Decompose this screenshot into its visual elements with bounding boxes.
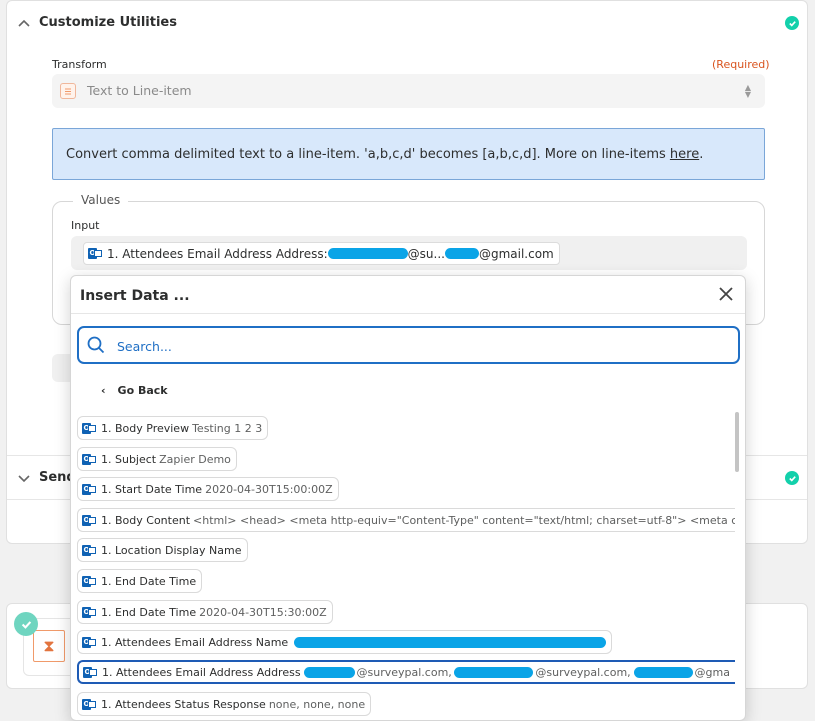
item-value: <html> <head> <meta http-equiv="Content-… bbox=[193, 513, 735, 527]
popup-title: Insert Data ... bbox=[80, 288, 190, 304]
chip-key: 1. Attendees Email Address Address: bbox=[107, 246, 328, 261]
item-key: 1. Attendees Email Address Address bbox=[102, 665, 301, 679]
item-value: @gma bbox=[694, 665, 730, 679]
info-banner: Convert comma delimited text to a line-i… bbox=[52, 128, 765, 180]
outlook-icon: O bbox=[82, 483, 96, 496]
success-check-icon bbox=[785, 16, 799, 30]
required-label: (Required) bbox=[712, 58, 770, 71]
values-legend: Values bbox=[73, 193, 129, 207]
scrollbar-thumb[interactable] bbox=[735, 412, 739, 472]
outlook-icon: O bbox=[82, 698, 96, 711]
item-value: Testing 1 2 3 bbox=[192, 421, 263, 435]
chip-end: @gmail.com bbox=[478, 246, 554, 261]
input-field[interactable]: O 1. Attendees Email Address Address: @s… bbox=[71, 236, 747, 270]
item-value: Zapier Demo bbox=[159, 452, 231, 466]
go-back-label: Go Back bbox=[117, 384, 168, 397]
chevron-up-icon[interactable] bbox=[17, 16, 31, 30]
insert-data-popup: Insert Data ... ‹ Go Back O 1. Body Prev… bbox=[70, 275, 746, 721]
close-icon[interactable] bbox=[717, 285, 735, 303]
sort-arrows-icon: ▲ ▼ bbox=[744, 83, 751, 99]
input-label: Input bbox=[71, 219, 100, 232]
redaction-mask bbox=[444, 248, 479, 259]
hourglass-icon: ⧗ bbox=[33, 630, 65, 662]
redaction-mask bbox=[327, 248, 408, 259]
item-key: 1. End Date Time bbox=[101, 605, 197, 619]
list-item[interactable]: O 1. Subject Zapier Demo bbox=[77, 447, 237, 471]
transform-value: Text to Line-item bbox=[87, 83, 192, 98]
item-key: 1. Subject bbox=[101, 452, 157, 466]
redaction-mask bbox=[294, 636, 607, 648]
item-key: 1. Body Preview bbox=[101, 421, 190, 435]
outlook-icon: O bbox=[82, 544, 96, 557]
list-item[interactable]: O 1. Body Content <html> <head> <meta ht… bbox=[77, 508, 735, 532]
outlook-icon: O bbox=[88, 247, 102, 260]
info-text: Convert comma delimited text to a line-i… bbox=[66, 147, 704, 162]
line-items-link[interactable]: here bbox=[670, 147, 699, 162]
utility-icon bbox=[60, 83, 76, 99]
chevron-left-icon: ‹ bbox=[101, 384, 106, 397]
outlook-icon: O bbox=[82, 514, 96, 527]
outlook-icon: O bbox=[82, 606, 96, 619]
list-item[interactable]: O 1. End Date Time bbox=[77, 569, 203, 593]
input-data-chip[interactable]: O 1. Attendees Email Address Address: @s… bbox=[83, 242, 560, 265]
list-item-selected[interactable]: O 1. Attendees Email Address Address @su… bbox=[77, 660, 735, 684]
outlook-icon: O bbox=[82, 422, 96, 435]
list-item[interactable]: O 1. Location Display Name bbox=[77, 538, 248, 562]
redaction-mask bbox=[453, 666, 534, 678]
item-value: @surveypal.com, bbox=[535, 665, 631, 679]
outlook-icon: O bbox=[82, 453, 96, 466]
transform-select[interactable]: Text to Line-item ▲ ▼ bbox=[52, 74, 765, 108]
chip-mid: @su... bbox=[407, 246, 445, 261]
data-list: O 1. Body Preview Testing 1 2 3 O 1. Sub… bbox=[77, 416, 735, 720]
redaction-mask bbox=[633, 666, 693, 678]
search-box[interactable] bbox=[77, 326, 740, 364]
outlook-icon: O bbox=[82, 636, 96, 649]
item-value: 2020-04-30T15:00:00Z bbox=[205, 482, 333, 496]
outlook-icon: O bbox=[83, 666, 97, 679]
item-key: 1. Body Content bbox=[101, 513, 191, 527]
item-value: @surveypal.com, bbox=[356, 665, 452, 679]
item-key: 1. End Date Time bbox=[101, 574, 197, 588]
outlook-icon: O bbox=[82, 575, 96, 588]
list-item[interactable]: O 1. End Date Time 2020-04-30T15:30:00Z bbox=[77, 600, 333, 624]
completed-badge-icon bbox=[14, 612, 38, 636]
item-value: 2020-04-30T15:30:00Z bbox=[199, 605, 327, 619]
list-item[interactable]: O 1. Start Date Time 2020-04-30T15:00:00… bbox=[77, 477, 339, 501]
transform-label: Transform bbox=[52, 58, 107, 71]
item-key: 1. Attendees Email Address Name bbox=[101, 635, 289, 649]
success-check-icon bbox=[785, 471, 799, 485]
list-item[interactable]: O 1. Attendees Status Response none, non… bbox=[77, 692, 372, 716]
list-item[interactable]: O 1. Body Preview Testing 1 2 3 bbox=[77, 416, 269, 440]
search-input[interactable] bbox=[115, 335, 719, 357]
popup-divider bbox=[71, 313, 745, 314]
chevron-down-icon[interactable] bbox=[17, 471, 31, 485]
redaction-mask bbox=[303, 666, 355, 678]
go-back-button[interactable]: ‹ Go Back bbox=[101, 384, 168, 397]
customize-utilities-header[interactable]: Customize Utilities bbox=[7, 1, 807, 45]
section-title: Customize Utilities bbox=[39, 15, 177, 30]
item-value: none, none, none bbox=[268, 697, 366, 711]
item-key: 1. Location Display Name bbox=[101, 543, 242, 557]
search-icon bbox=[87, 336, 105, 354]
item-key: 1. Start Date Time bbox=[101, 482, 203, 496]
list-item[interactable]: O 1. Attendees Email Address Name bbox=[77, 630, 613, 654]
item-key: 1. Attendees Status Response bbox=[101, 697, 266, 711]
